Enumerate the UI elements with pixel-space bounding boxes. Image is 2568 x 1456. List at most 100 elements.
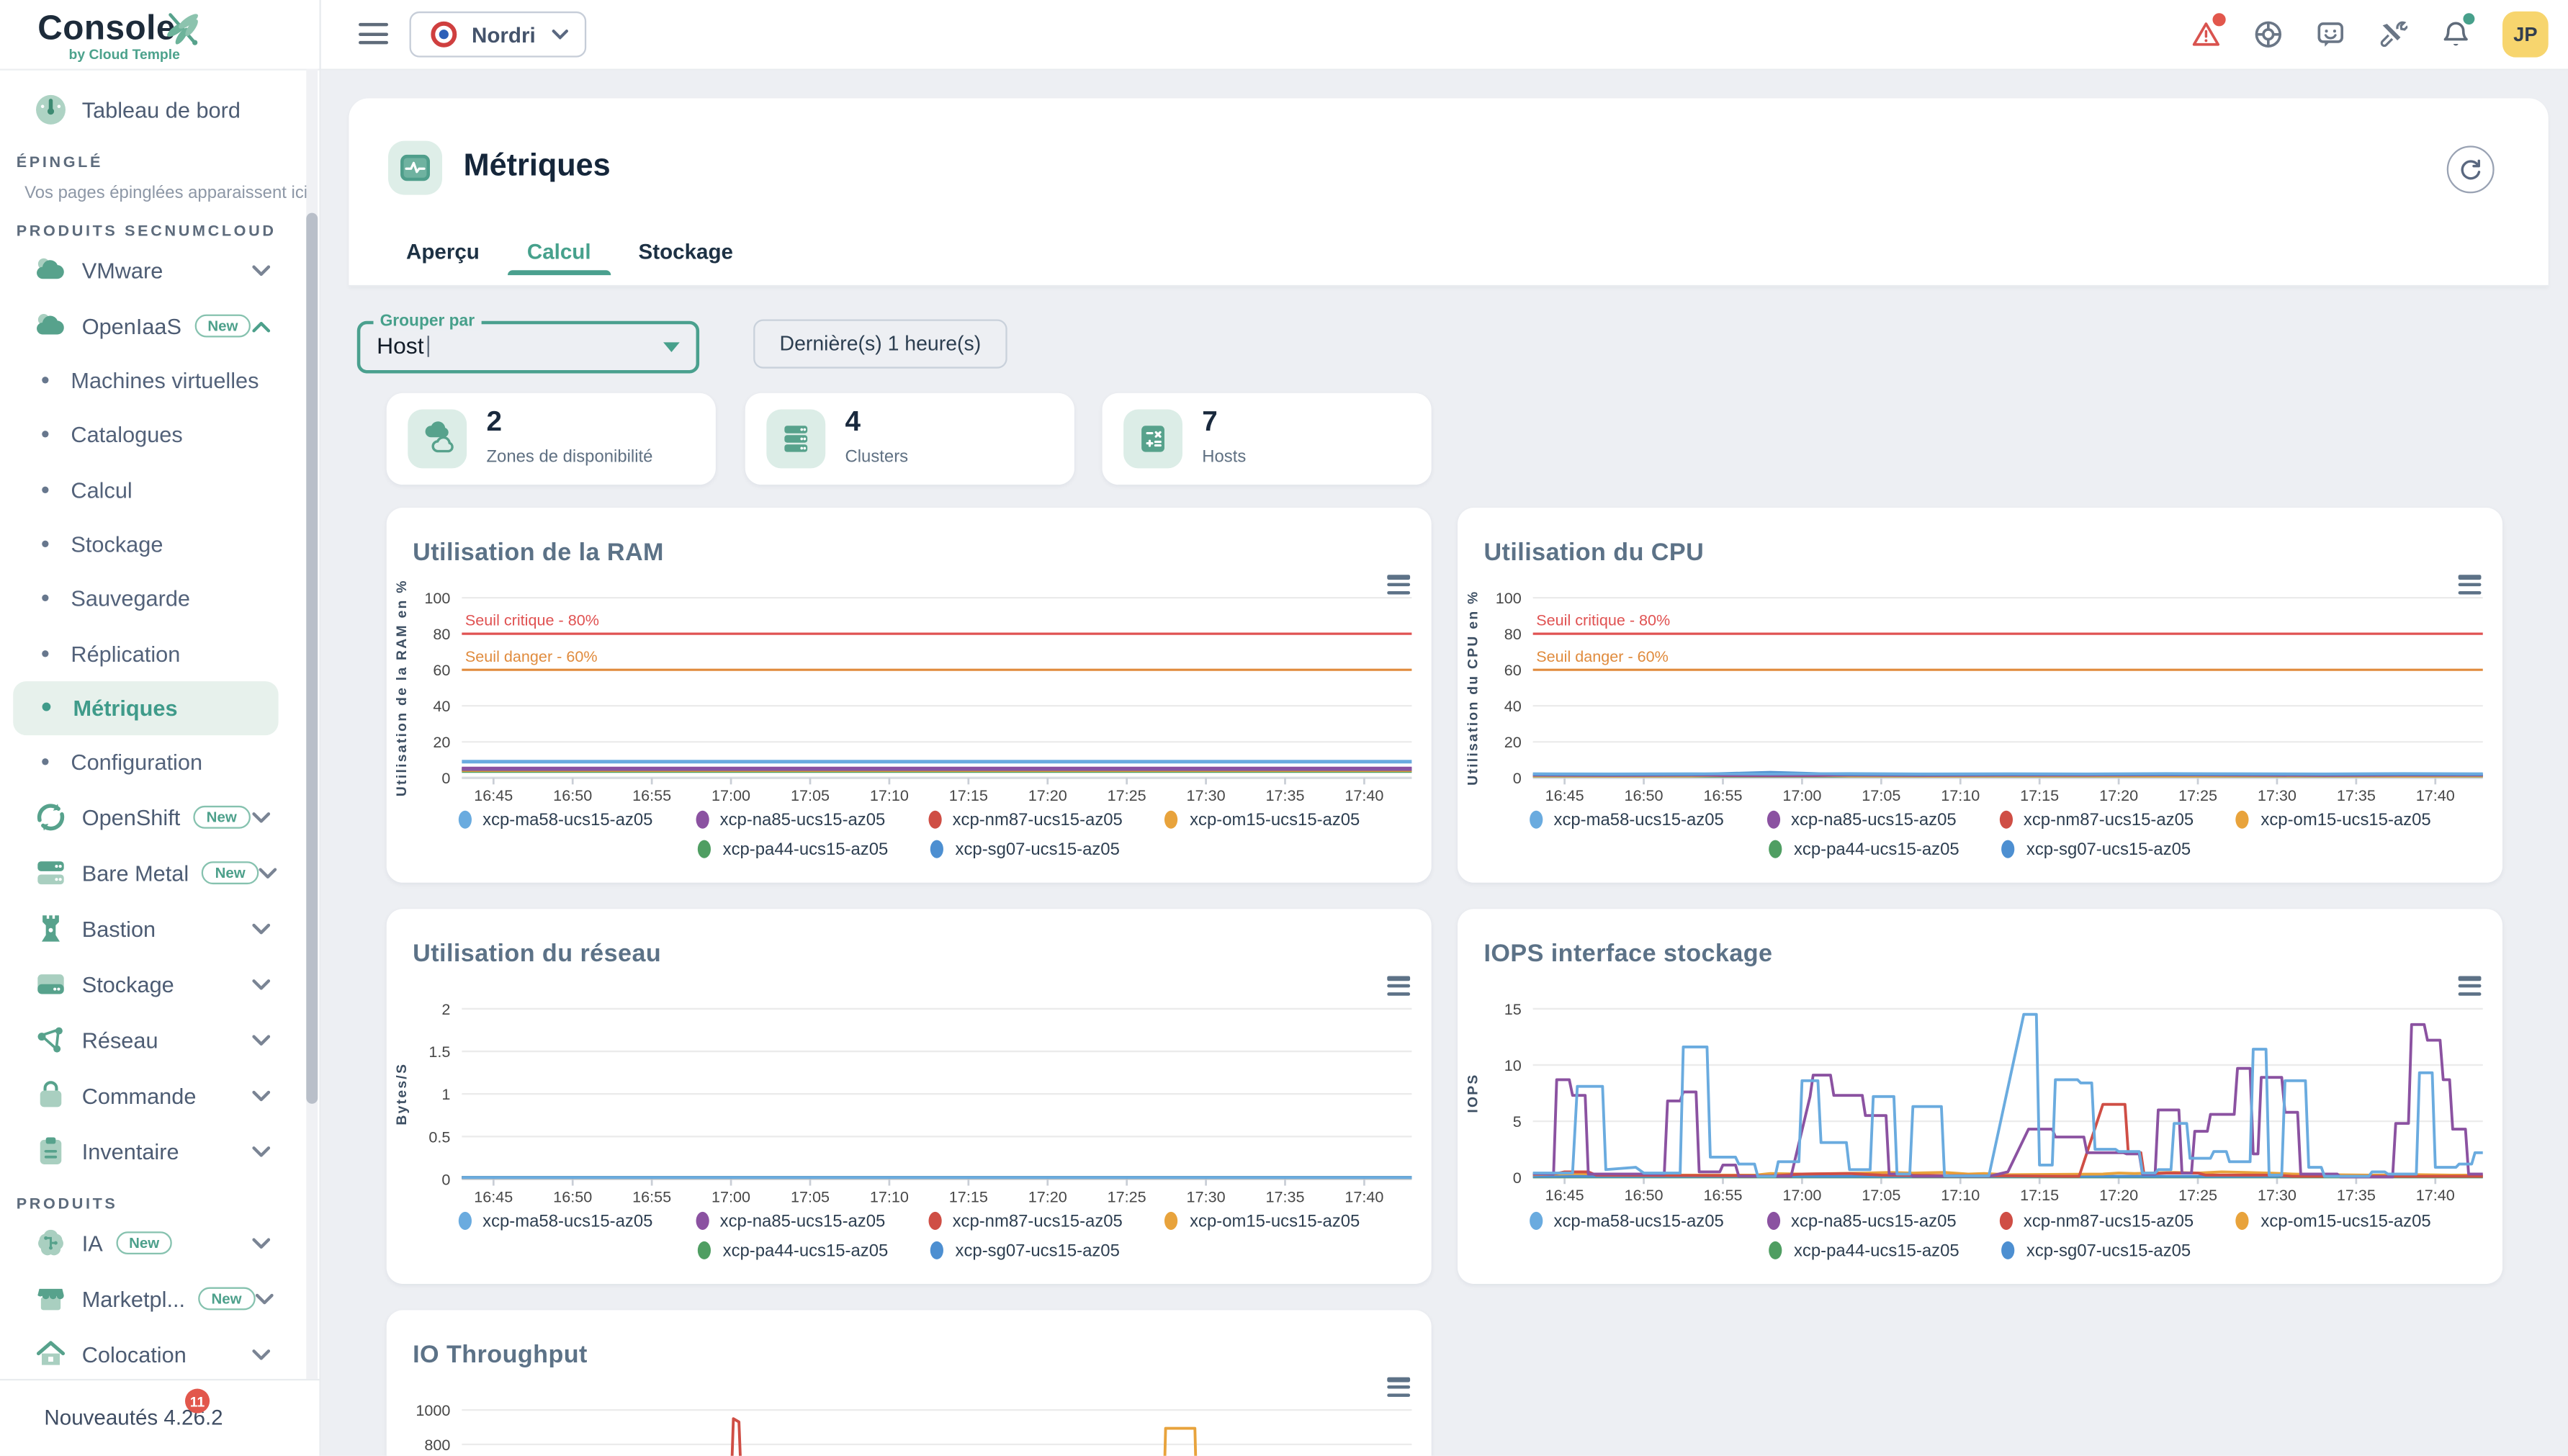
- page-header-card: Métriques Aperçu Calcul Stockage: [349, 98, 2548, 287]
- legend-item[interactable]: xcp-ma58-ucs15-az05: [458, 810, 652, 830]
- legend-dot-icon: [458, 1212, 471, 1230]
- chevron-down-icon[interactable]: [255, 1293, 273, 1305]
- legend-item[interactable]: xcp-na85-ucs15-az05: [696, 1211, 886, 1231]
- sidebar-item-inventaire[interactable]: Inventaire: [0, 1124, 319, 1179]
- legend-item[interactable]: xcp-sg07-ucs15-az05: [930, 1241, 1119, 1260]
- legend-item[interactable]: xcp-ma58-ucs15-az05: [1529, 1211, 1723, 1231]
- sidebar-item-openiaas[interactable]: OpenIaaSNew: [0, 298, 319, 354]
- sidebar-item-ia[interactable]: IANew: [0, 1215, 319, 1271]
- refresh-button[interactable]: [2447, 145, 2495, 193]
- sidebar-subitem-m-triques[interactable]: •Métriques: [13, 681, 278, 736]
- time-range-button[interactable]: Dernière(s) 1 heure(s): [753, 319, 1007, 368]
- legend-item[interactable]: xcp-om15-ucs15-az05: [1165, 1211, 1360, 1231]
- sidebar-item-label: Réseau: [82, 1028, 158, 1053]
- legend-item[interactable]: xcp-om15-ucs15-az05: [2236, 810, 2430, 830]
- tab-calcul[interactable]: Calcul: [527, 238, 591, 273]
- legend-dot-icon: [1999, 1212, 2012, 1230]
- support-lifebuoy-icon[interactable]: [2253, 19, 2283, 49]
- cloud-icon: [32, 252, 68, 288]
- legend-dot-icon: [2236, 1212, 2249, 1230]
- sidebar-subitem-label: Machines virtuelles: [71, 369, 259, 393]
- legend-item[interactable]: xcp-nm87-ucs15-az05: [928, 810, 1122, 830]
- sidebar-item-bare-metal[interactable]: Bare Metal New: [0, 845, 319, 901]
- sidebar: Console by Cloud Temple Tableau de bor: [0, 0, 321, 1456]
- sidebar-item-r-seau[interactable]: Réseau: [0, 1012, 319, 1068]
- tab-stockage[interactable]: Stockage: [639, 238, 733, 273]
- brand-logo[interactable]: Console by Cloud Temple: [0, 0, 319, 71]
- sidebar-item-vmware[interactable]: VMware: [0, 243, 319, 298]
- main-content: Métriques Aperçu Calcul Stockage Grouper…: [319, 69, 2568, 1456]
- legend-item[interactable]: xcp-om15-ucs15-az05: [1165, 810, 1360, 830]
- sidebar-subitem-machines-virtuelles[interactable]: •Machines virtuelles: [13, 354, 278, 408]
- sidebar-scrollbar-thumb[interactable]: [306, 213, 318, 1104]
- sidebar-item-label: Bare Metal: [82, 861, 189, 886]
- legend-item[interactable]: xcp-sg07-ucs15-az05: [2002, 840, 2191, 859]
- legend-label: xcp-na85-ucs15-az05: [720, 1211, 886, 1231]
- bullet-icon: •: [41, 423, 50, 448]
- new-badge: New: [202, 862, 258, 885]
- sidebar-subitem-catalogues[interactable]: •Catalogues: [13, 408, 278, 463]
- legend-item[interactable]: xcp-ma58-ucs15-az05: [458, 1211, 652, 1231]
- svg-text:IOPS: IOPS: [1465, 1073, 1481, 1113]
- svg-text:Utilisation du CPU en %: Utilisation du CPU en %: [1465, 590, 1481, 785]
- svg-text:Seuil danger - 60%: Seuil danger - 60%: [465, 647, 598, 665]
- legend-item[interactable]: xcp-pa44-ucs15-az05: [699, 1241, 889, 1260]
- svg-text:17:35: 17:35: [1265, 1187, 1304, 1205]
- legend-label: xcp-ma58-ucs15-az05: [1553, 1211, 1723, 1231]
- sidebar-item-stockage[interactable]: Stockage: [0, 957, 319, 1012]
- legend-item[interactable]: xcp-ma58-ucs15-az05: [1529, 810, 1723, 830]
- sidebar-subitem-stockage[interactable]: •Stockage: [13, 517, 278, 572]
- legend-item[interactable]: xcp-sg07-ucs15-az05: [930, 840, 1119, 859]
- chevron-down-icon[interactable]: [252, 264, 270, 276]
- legend-item[interactable]: xcp-nm87-ucs15-az05: [1999, 810, 2194, 830]
- tab-apercu[interactable]: Aperçu: [406, 238, 480, 273]
- svg-text:17:10: 17:10: [870, 786, 909, 804]
- hamburger-menu-icon[interactable]: [359, 23, 388, 50]
- sidebar-subitem-sauvegarde[interactable]: •Sauvegarde: [13, 572, 278, 626]
- tools-icon[interactable]: [2378, 19, 2407, 49]
- sidebar-item-openshift[interactable]: OpenShiftNew: [0, 790, 319, 845]
- sidebar-subitem-configuration[interactable]: •Configuration: [13, 735, 278, 790]
- sidebar-item-bastion[interactable]: Bastion: [0, 902, 319, 957]
- chevron-down-icon[interactable]: [252, 1035, 270, 1046]
- sidebar-subitem-calcul[interactable]: •Calcul: [13, 463, 278, 518]
- svg-text:Bytes/S: Bytes/S: [395, 1063, 410, 1125]
- sidebar-item-dashboard[interactable]: Tableau de bord: [0, 82, 319, 138]
- legend-item[interactable]: xcp-pa44-ucs15-az05: [1769, 840, 1959, 859]
- group-by-select[interactable]: Grouper par Host: [357, 321, 699, 374]
- svg-text:17:15: 17:15: [949, 1187, 988, 1205]
- legend-item[interactable]: xcp-na85-ucs15-az05: [696, 810, 886, 830]
- alerts-icon[interactable]: [2191, 19, 2221, 49]
- svg-text:17:40: 17:40: [1344, 1187, 1383, 1205]
- chevron-up-icon[interactable]: [252, 320, 270, 332]
- legend-item[interactable]: xcp-na85-ucs15-az05: [1766, 1211, 1957, 1231]
- chevron-down-icon[interactable]: [259, 868, 277, 879]
- sidebar-item-colocation[interactable]: Colocation: [0, 1327, 319, 1380]
- chevron-down-icon[interactable]: [252, 1146, 270, 1158]
- legend-item[interactable]: xcp-om15-ucs15-az05: [2236, 1211, 2430, 1231]
- legend-item[interactable]: xcp-nm87-ucs15-az05: [928, 1211, 1122, 1231]
- svg-text:0.5: 0.5: [428, 1128, 450, 1146]
- legend-item[interactable]: xcp-pa44-ucs15-az05: [1769, 1241, 1959, 1260]
- user-avatar[interactable]: JP: [2502, 12, 2549, 58]
- legend-item[interactable]: xcp-pa44-ucs15-az05: [699, 840, 889, 859]
- pinned-empty-text: Vos pages épinglées apparaissent ici: [0, 184, 319, 207]
- chevron-down-icon[interactable]: [252, 1090, 270, 1102]
- feedback-icon[interactable]: [2316, 19, 2345, 49]
- chevron-down-icon[interactable]: [252, 1238, 270, 1249]
- chevron-down-icon[interactable]: [252, 923, 270, 935]
- svg-text:1000: 1000: [416, 1401, 450, 1419]
- svg-text:16:55: 16:55: [1703, 1186, 1742, 1204]
- notification-dot: [2463, 13, 2474, 24]
- legend-item[interactable]: xcp-sg07-ucs15-az05: [2002, 1241, 2191, 1260]
- tenant-selector[interactable]: Nordri: [410, 12, 587, 58]
- chevron-down-icon[interactable]: [252, 1349, 270, 1361]
- notifications-bell-icon[interactable]: [2441, 19, 2470, 49]
- chevron-down-icon[interactable]: [252, 979, 270, 991]
- sidebar-item-marketpl-[interactable]: Marketpl...New: [0, 1272, 319, 1327]
- chevron-down-icon[interactable]: [252, 812, 270, 824]
- legend-item[interactable]: xcp-na85-ucs15-az05: [1766, 810, 1957, 830]
- sidebar-subitem-r-plication[interactable]: •Réplication: [13, 626, 278, 681]
- sidebar-item-commande[interactable]: Commande: [0, 1069, 319, 1124]
- legend-item[interactable]: xcp-nm87-ucs15-az05: [1999, 1211, 2194, 1231]
